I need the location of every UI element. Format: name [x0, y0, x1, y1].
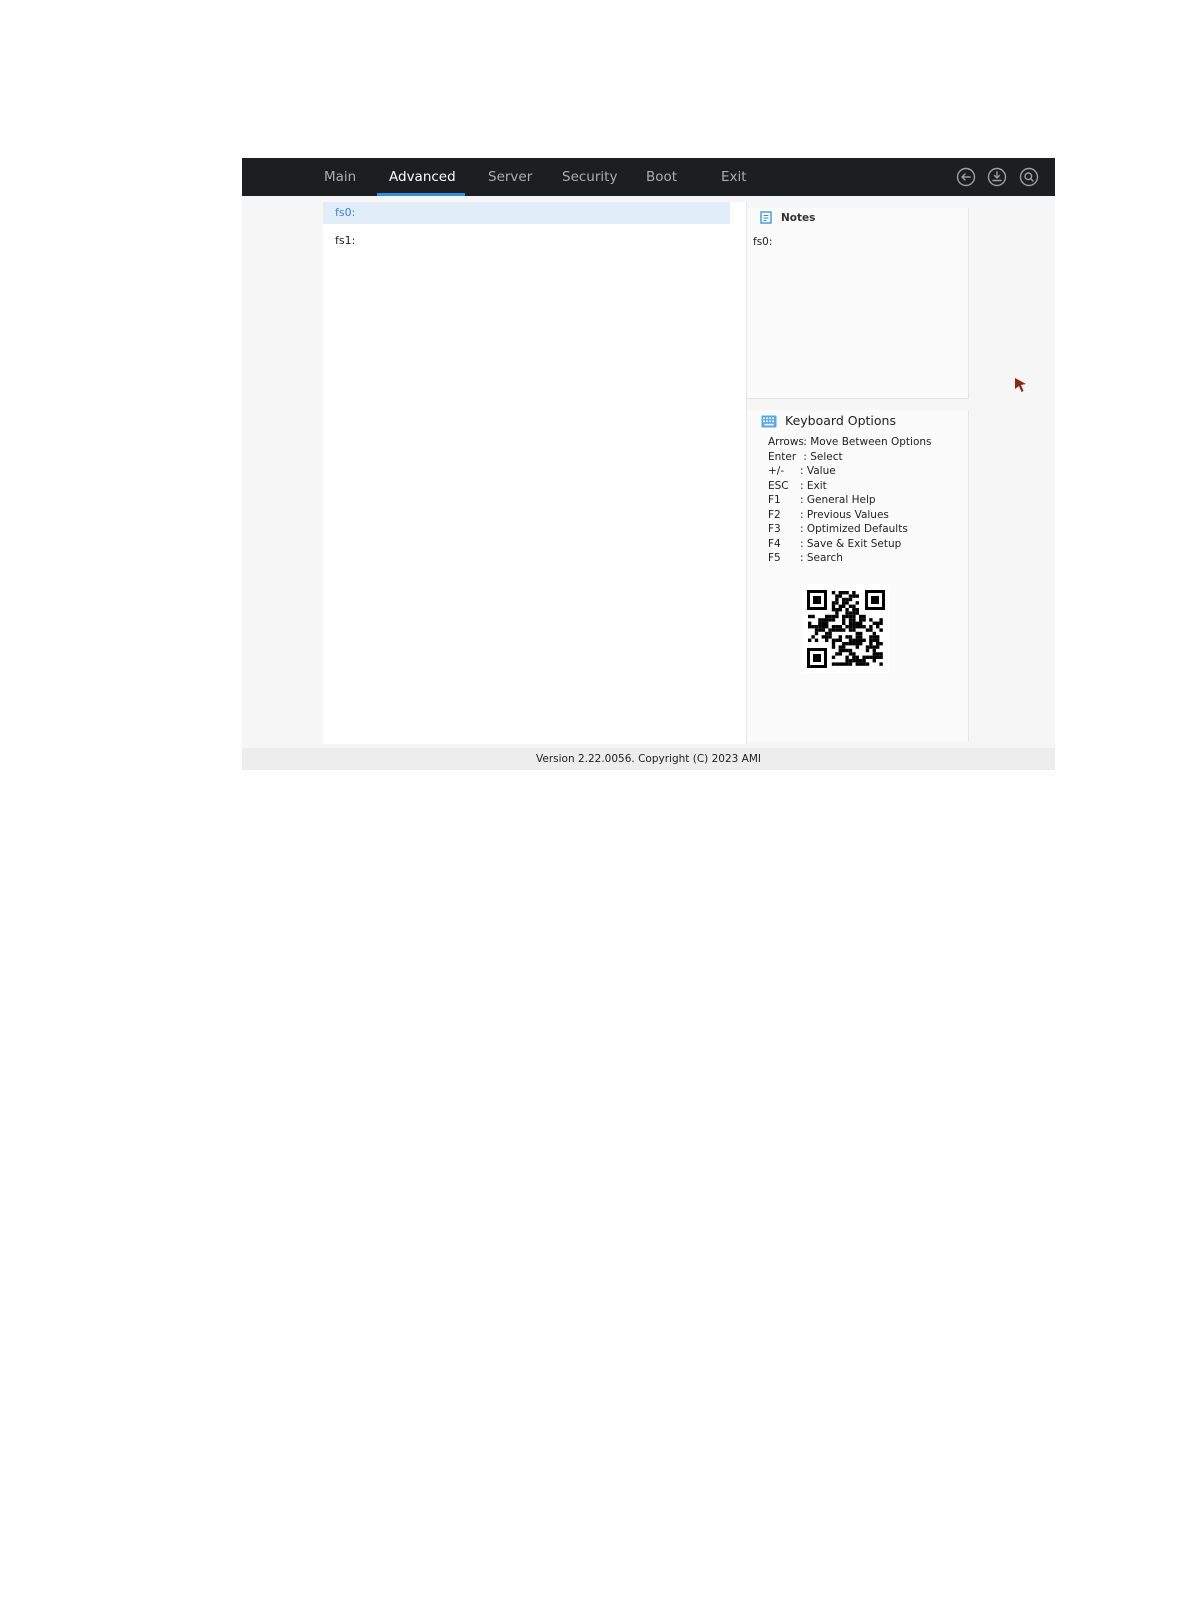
search-icon[interactable]: [1019, 167, 1039, 187]
keyboard-options-panel: Keyboard Options Arrows : Move Between O…: [747, 410, 969, 742]
kb-row-esc: ESC : Exit: [768, 479, 827, 493]
kb-key: Arrows: [768, 436, 804, 448]
tab-exit[interactable]: Exit: [721, 158, 747, 196]
kb-row-arrows: Arrows : Move Between Options: [768, 435, 932, 449]
tab-advanced[interactable]: Advanced: [389, 158, 456, 196]
notes-icon: [760, 211, 772, 224]
back-icon[interactable]: [956, 167, 976, 187]
kb-row-f1: F1 : General Help: [768, 493, 876, 507]
kb-key: F2: [768, 508, 781, 521]
kb-row-f5: F5 : Search: [768, 551, 843, 565]
kb-desc: : Optimized Defaults: [800, 523, 908, 535]
top-navigation-bar: Main Advanced Server Security Boot Exit: [242, 158, 1055, 196]
kb-row-value: +/- : Value: [768, 464, 836, 478]
kb-key: F5: [768, 552, 781, 564]
notes-panel: Notes fs0:: [747, 208, 969, 399]
save-icon[interactable]: [987, 167, 1007, 187]
notes-title: Notes: [781, 212, 816, 224]
kb-key: Enter: [768, 450, 797, 463]
kb-desc: : Value: [800, 465, 836, 477]
footer-version: Version 2.22.0056. Copyright (C) 2023 AM…: [242, 748, 1055, 770]
keyboard-icon: [761, 415, 777, 428]
active-tab-indicator: [377, 193, 465, 196]
menu-item-fs0[interactable]: fs0:: [323, 202, 730, 224]
kb-desc: : General Help: [800, 494, 876, 506]
kb-key: +/-: [768, 465, 785, 477]
kb-row-enter: Enter : Select: [768, 450, 843, 464]
kb-row-f2: F2 : Previous Values: [768, 508, 889, 522]
keyboard-options-title: Keyboard Options: [785, 413, 896, 428]
qr-code-icon: [802, 585, 890, 673]
tab-boot[interactable]: Boot: [646, 158, 677, 196]
kb-desc: : Save & Exit Setup: [800, 537, 902, 550]
kb-desc: : Exit: [800, 479, 827, 492]
kb-key: ESC: [768, 479, 789, 492]
kb-key: F3: [768, 523, 781, 535]
tab-security[interactable]: Security: [562, 158, 617, 196]
kb-key: F4: [768, 537, 781, 550]
notes-body: fs0:: [753, 236, 773, 248]
kb-row-f3: F3 : Optimized Defaults: [768, 522, 908, 536]
kb-row-f4: F4 : Save & Exit Setup: [768, 537, 901, 551]
tab-server[interactable]: Server: [488, 158, 532, 196]
kb-desc: : Move Between Options: [803, 436, 932, 448]
kb-key: F1: [768, 494, 781, 506]
mouse-cursor-icon: [1015, 378, 1026, 392]
tab-main[interactable]: Main: [324, 158, 356, 196]
menu-item-fs1[interactable]: fs1:: [323, 230, 730, 252]
kb-desc: : Search: [800, 552, 843, 564]
bios-setup-window: Main Advanced Server Security Boot Exit …: [242, 158, 1055, 770]
main-options-panel: fs0: fs1:: [323, 202, 746, 744]
kb-desc: : Previous Values: [800, 508, 889, 521]
kb-desc: : Select: [803, 450, 843, 463]
